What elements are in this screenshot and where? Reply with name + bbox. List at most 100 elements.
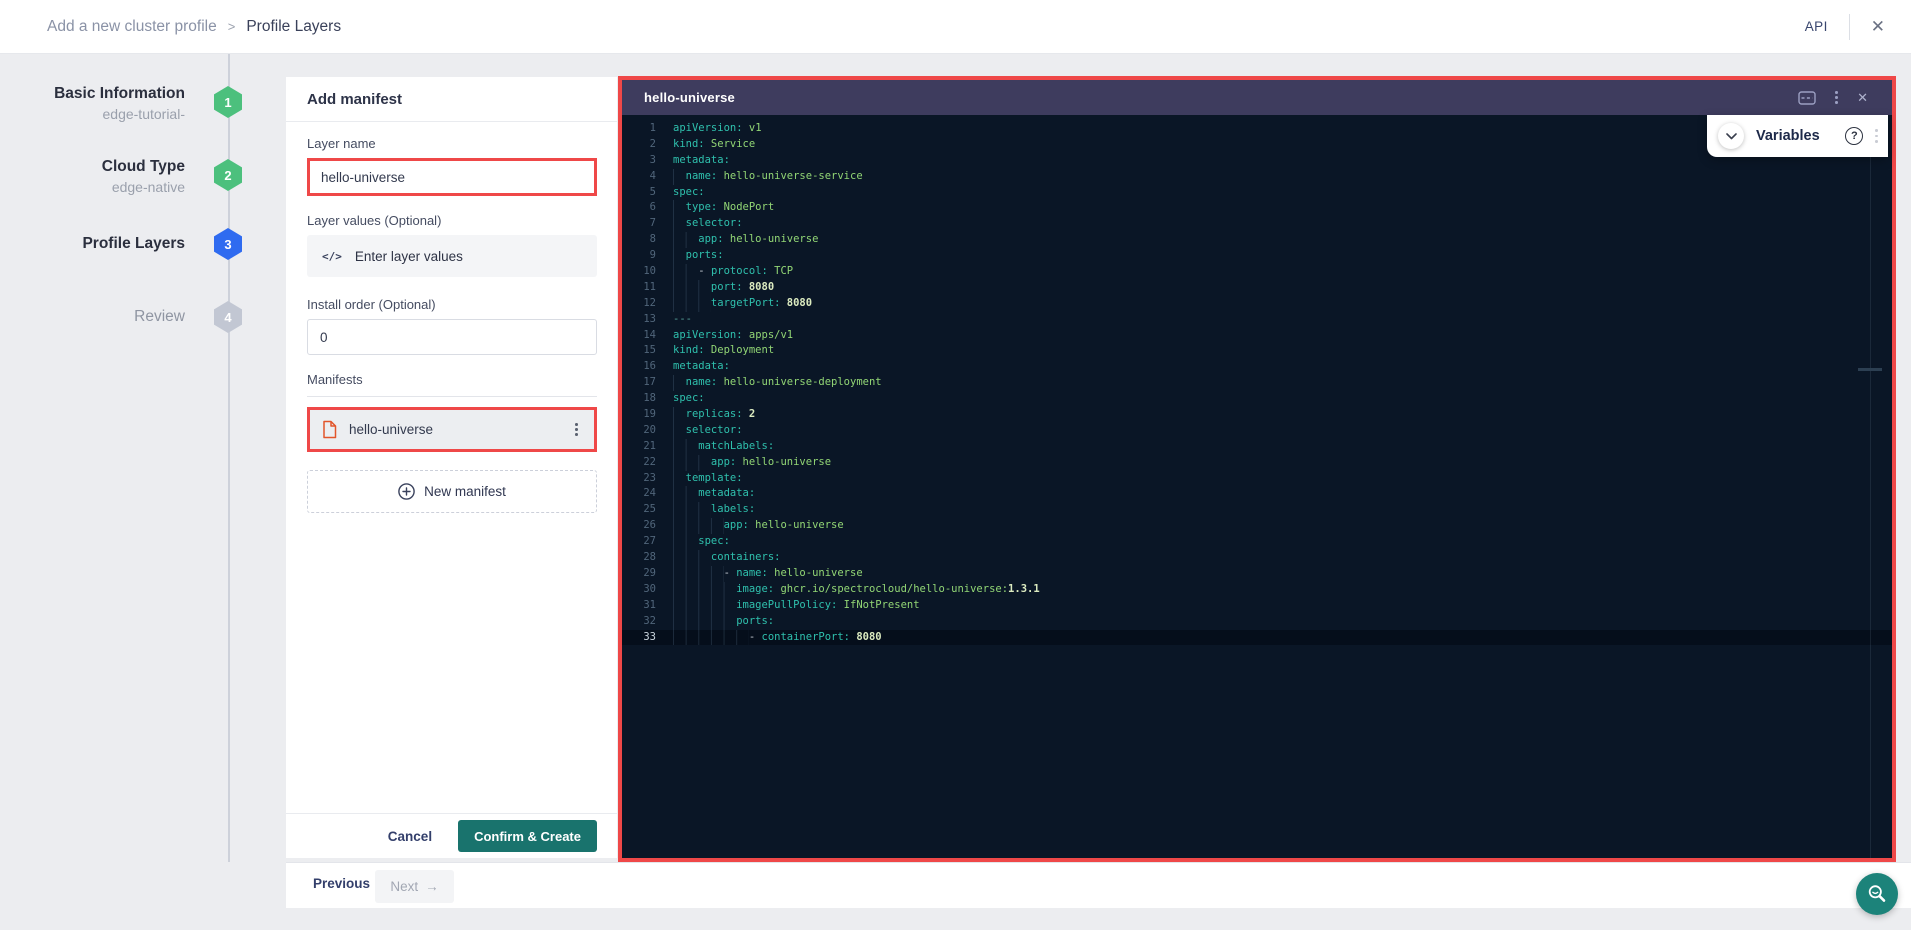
confirm-create-button[interactable]: Confirm & Create — [458, 820, 597, 852]
code-line[interactable]: 11port: 8080 — [622, 280, 1892, 296]
line-number: 13 — [622, 312, 656, 328]
line-number: 12 — [622, 296, 656, 312]
line-number: 23 — [622, 471, 656, 487]
code-line[interactable]: 17name: hello-universe-deployment — [622, 375, 1892, 391]
code-line[interactable]: 26app: hello-universe — [622, 518, 1892, 534]
layer-name-value: hello-universe — [321, 170, 405, 185]
panel-title: Add manifest — [286, 77, 617, 122]
code-line[interactable]: 6type: NodePort — [622, 200, 1892, 216]
previous-button[interactable]: Previous — [313, 876, 370, 891]
line-number: 31 — [622, 598, 656, 614]
editor-header: hello-universe ✕ — [622, 80, 1892, 115]
code-line[interactable]: 15kind: Deployment — [622, 343, 1892, 359]
breadcrumb-separator: > — [228, 19, 236, 34]
line-number: 8 — [622, 232, 656, 248]
editor-kebab-icon[interactable] — [1835, 91, 1838, 104]
install-order-label: Install order (Optional) — [307, 297, 436, 312]
line-number: 26 — [622, 518, 656, 534]
variables-label: Variables — [1756, 128, 1820, 144]
step-profile-layers[interactable]: Profile Layers 3 — [0, 228, 243, 260]
code-line[interactable]: 18spec: — [622, 391, 1892, 407]
code-line[interactable]: 30image: ghcr.io/spectrocloud/hello-univ… — [622, 582, 1892, 598]
code-line[interactable]: 3metadata: — [622, 153, 1892, 169]
next-button[interactable]: Next → — [375, 870, 454, 903]
code-line[interactable]: 28containers: — [622, 550, 1892, 566]
line-number: 27 — [622, 534, 656, 550]
line-number: 20 — [622, 423, 656, 439]
step-review[interactable]: Review 4 — [0, 301, 243, 333]
line-number: 15 — [622, 343, 656, 359]
split-view-icon[interactable] — [1798, 91, 1816, 105]
code-line[interactable]: 10- protocol: TCP — [622, 264, 1892, 280]
code-line[interactable]: 14apiVersion: apps/v1 — [622, 328, 1892, 344]
step-label: Profile Layers — [82, 233, 185, 254]
code-line[interactable]: 4name: hello-universe-service — [622, 169, 1892, 185]
code-line[interactable]: 27spec: — [622, 534, 1892, 550]
line-number: 30 — [622, 582, 656, 598]
install-order-input[interactable]: 0 — [307, 319, 597, 355]
code-line[interactable]: 21matchLabels: — [622, 439, 1892, 455]
manifest-kebab-icon[interactable] — [571, 419, 582, 440]
app-window: Add a new cluster profile > Profile Laye… — [0, 0, 1911, 930]
add-manifest-panel: Add manifest Layer name hello-universe L… — [286, 77, 617, 858]
code-line[interactable]: 7selector: — [622, 216, 1892, 232]
layer-name-input[interactable]: hello-universe — [307, 158, 597, 196]
code-line[interactable]: 31imagePullPolicy: IfNotPresent — [622, 598, 1892, 614]
code-line[interactable]: 23template: — [622, 471, 1892, 487]
code-line[interactable]: 33- containerPort: 8080 — [622, 630, 1892, 646]
code-line[interactable]: 5spec: — [622, 185, 1892, 201]
code-line[interactable]: 22app: hello-universe — [622, 455, 1892, 471]
breadcrumb-parent[interactable]: Add a new cluster profile — [47, 18, 217, 36]
code-line[interactable]: 16metadata: — [622, 359, 1892, 375]
editor-close-icon[interactable]: ✕ — [1857, 90, 1868, 106]
layer-name-label: Layer name — [307, 136, 376, 151]
line-number: 16 — [622, 359, 656, 375]
code-line[interactable]: 9ports: — [622, 248, 1892, 264]
code-line[interactable]: 29- name: hello-universe — [622, 566, 1892, 582]
code-line[interactable]: 19replicas: 2 — [622, 407, 1892, 423]
breadcrumb: Add a new cluster profile > Profile Laye… — [47, 0, 341, 53]
variables-kebab-icon[interactable] — [1875, 129, 1878, 142]
plus-circle-icon — [398, 483, 415, 500]
step-cloud-type[interactable]: Cloud Type edge-native 2 — [0, 159, 243, 191]
variables-chevron-button[interactable] — [1718, 123, 1744, 149]
line-number: 6 — [622, 200, 656, 216]
editor-title: hello-universe — [644, 90, 735, 105]
line-number: 4 — [622, 169, 656, 185]
variables-help-icon[interactable]: ? — [1845, 127, 1863, 145]
help-bubble[interactable] — [1856, 873, 1898, 915]
code-line[interactable]: 1apiVersion: v1 — [622, 121, 1892, 137]
new-manifest-button[interactable]: New manifest — [307, 470, 597, 513]
code-line[interactable]: 13--- — [622, 312, 1892, 328]
line-number: 25 — [622, 502, 656, 518]
manifest-item[interactable]: hello-universe — [307, 407, 597, 452]
code-line[interactable]: 12targetPort: 8080 — [622, 296, 1892, 312]
code-line[interactable]: 20selector: — [622, 423, 1892, 439]
line-number: 19 — [622, 407, 656, 423]
api-link[interactable]: API — [1805, 19, 1828, 34]
line-number: 5 — [622, 185, 656, 201]
variables-panel: Variables ? — [1707, 115, 1888, 157]
manifests-divider — [307, 396, 597, 397]
code-line[interactable]: 8app: hello-universe — [622, 232, 1892, 248]
code-line[interactable]: 32ports: — [622, 614, 1892, 630]
line-number: 10 — [622, 264, 656, 280]
step-label: Review — [134, 306, 185, 327]
code-line[interactable]: 24metadata: — [622, 486, 1892, 502]
line-number: 28 — [622, 550, 656, 566]
step-number-badge: 1 — [214, 86, 242, 118]
line-number: 22 — [622, 455, 656, 471]
step-basic-information[interactable]: Basic Information edge-tutorial- 1 — [0, 86, 243, 118]
code-line[interactable]: 2kind: Service — [622, 137, 1892, 153]
step-sublabel: edge-tutorial- — [54, 104, 185, 124]
line-number: 32 — [622, 614, 656, 630]
step-label: Cloud Type — [102, 156, 185, 177]
header-actions: API ✕ — [1805, 0, 1885, 53]
close-icon[interactable]: ✕ — [1871, 18, 1885, 35]
code-line[interactable]: 25labels: — [622, 502, 1892, 518]
line-number: 18 — [622, 391, 656, 407]
cancel-button[interactable]: Cancel — [388, 829, 432, 844]
overview-ruler-mark — [1858, 368, 1882, 371]
code-area[interactable]: 1apiVersion: v12kind: Service3metadata:4… — [622, 115, 1892, 858]
enter-layer-values-button[interactable]: </> Enter layer values — [307, 235, 597, 277]
